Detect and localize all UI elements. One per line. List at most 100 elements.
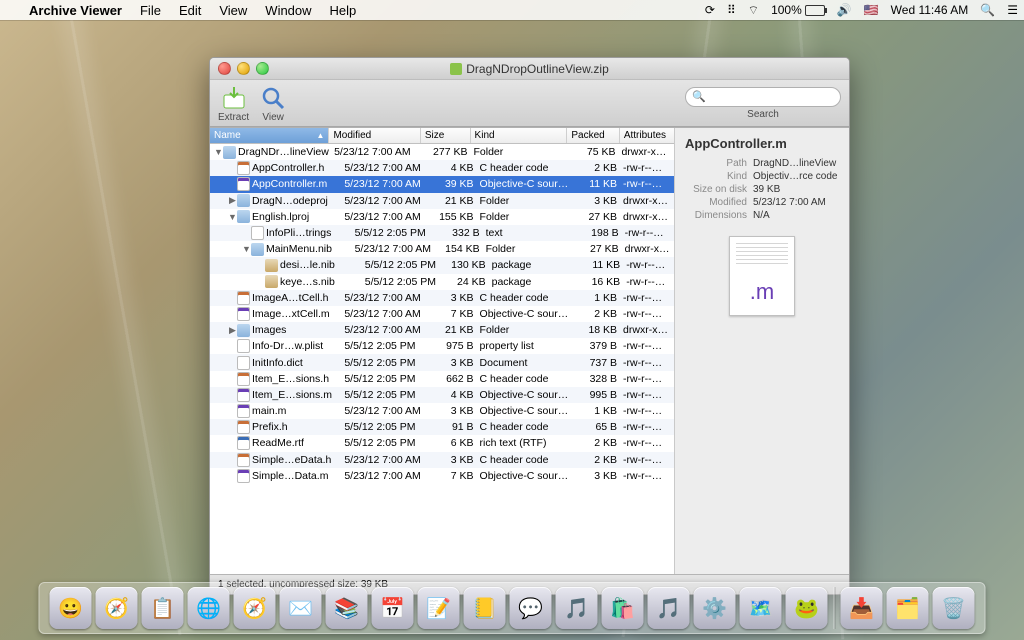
sync-icon[interactable]: ⟳ [699, 3, 721, 17]
battery-status[interactable]: 100% [765, 3, 831, 17]
table-row[interactable]: keye…s.nib5/5/12 2:05 PM24 KBpackage16 K… [210, 274, 674, 290]
dock-app-9[interactable]: 📒 [464, 587, 506, 629]
file-icon [265, 259, 278, 272]
archive-icon [450, 63, 462, 75]
table-row[interactable]: desi…le.nib5/5/12 2:05 PM130 KBpackage11… [210, 257, 674, 273]
col-attr[interactable]: Attributes [620, 128, 674, 143]
cell-kind: package [492, 276, 579, 288]
file-name: AppController.m [252, 178, 327, 190]
view-button[interactable]: View [259, 84, 287, 123]
dock-app-8[interactable]: 📝 [418, 587, 460, 629]
menu-help[interactable]: Help [321, 3, 366, 18]
file-name: DragN…odeproj [252, 195, 328, 207]
menu-view[interactable]: View [210, 3, 256, 18]
zoom-button[interactable] [256, 62, 269, 75]
disclosure-icon[interactable]: ▶ [228, 325, 237, 336]
table-row[interactable]: InitInfo.dict5/5/12 2:05 PM3 KBDocument7… [210, 354, 674, 370]
titlebar[interactable]: DragNDropOutlineView.zip [210, 58, 849, 80]
cell-size: 332 B [440, 227, 486, 239]
menu-file[interactable]: File [131, 3, 170, 18]
col-name[interactable]: Name▲ [210, 128, 329, 143]
dock-app-3[interactable]: 🌐 [188, 587, 230, 629]
extract-button[interactable]: Extract [218, 84, 249, 123]
dock-app-5[interactable]: ✉️ [280, 587, 322, 629]
spotlight-icon[interactable]: 🔍 [974, 3, 1001, 17]
table-row[interactable]: Image…xtCell.m5/23/12 7:00 AM7 KBObjecti… [210, 306, 674, 322]
archive-window: DragNDropOutlineView.zip Extract View 🔍 … [209, 57, 850, 595]
col-size[interactable]: Size [421, 128, 471, 143]
file-preview-icon [729, 236, 795, 316]
dock-app-4[interactable]: 🧭 [234, 587, 276, 629]
wifi-icon[interactable]: ⌔ [742, 3, 765, 18]
table-row[interactable]: Item_E…sions.h5/5/12 2:05 PM662 BC heade… [210, 371, 674, 387]
table-row[interactable]: ReadMe.rtf5/5/12 2:05 PM6 KBrich text (R… [210, 435, 674, 451]
dock-right-0[interactable]: 📥 [841, 587, 883, 629]
file-name: Image…xtCell.m [252, 308, 330, 320]
table-row[interactable]: InfoPli…trings5/5/12 2:05 PM332 Btext198… [210, 225, 674, 241]
cell-size: 6 KB [432, 437, 479, 449]
dock-app-11[interactable]: 🎵 [556, 587, 598, 629]
disclosure-icon[interactable]: ▶ [228, 195, 237, 206]
clock[interactable]: Wed 11:46 AM [885, 3, 975, 17]
volume-icon[interactable]: 🔊 [831, 3, 858, 17]
cell-packed: 65 B [573, 421, 623, 433]
table-row[interactable]: Simple…Data.m5/23/12 7:00 AM7 KBObjectiv… [210, 468, 674, 484]
table-row[interactable]: ImageA…tCell.h5/23/12 7:00 AM3 KBC heade… [210, 290, 674, 306]
cell-attr: -rw-r--… [623, 357, 674, 369]
dock-app-16[interactable]: 🐸 [786, 587, 828, 629]
dock-app-0[interactable]: 😀 [50, 587, 92, 629]
file-name: ImageA…tCell.h [252, 292, 328, 304]
cell-modified: 5/23/12 7:00 AM [344, 308, 432, 320]
dock-app-13[interactable]: 🎵 [648, 587, 690, 629]
dock-app-6[interactable]: 📚 [326, 587, 368, 629]
dock-app-15[interactable]: 🗺️ [740, 587, 782, 629]
dock-app-1[interactable]: 🧭 [96, 587, 138, 629]
table-row[interactable]: Prefix.h5/5/12 2:05 PM91 BC header code6… [210, 419, 674, 435]
menu-edit[interactable]: Edit [170, 3, 210, 18]
minimize-button[interactable] [237, 62, 250, 75]
dock-right-1[interactable]: 🗂️ [887, 587, 929, 629]
cell-packed: 11 KB [573, 178, 623, 190]
table-row[interactable]: Info-Dr…w.plist5/5/12 2:05 PM975 Bproper… [210, 338, 674, 354]
dots-icon[interactable]: ⠿ [721, 3, 742, 17]
app-menu[interactable]: Archive Viewer [20, 3, 131, 18]
cell-attr: -rw-r--… [623, 373, 674, 385]
col-kind[interactable]: Kind [471, 128, 568, 143]
search-input[interactable]: 🔍 [685, 87, 841, 107]
dock-app-10[interactable]: 💬 [510, 587, 552, 629]
col-modified[interactable]: Modified [329, 128, 420, 143]
dock-app-7[interactable]: 📅 [372, 587, 414, 629]
table-row[interactable]: ▶DragN…odeproj5/23/12 7:00 AM21 KBFolder… [210, 193, 674, 209]
cell-attr: -rw-r--… [623, 470, 674, 482]
table-row[interactable]: main.m5/23/12 7:00 AM3 KBObjective-C sou… [210, 403, 674, 419]
cell-packed: 2 KB [573, 308, 623, 320]
col-packed[interactable]: Packed [567, 128, 619, 143]
table-row[interactable]: AppController.h5/23/12 7:00 AM4 KBC head… [210, 160, 674, 176]
cell-modified: 5/23/12 7:00 AM [334, 146, 425, 158]
info-size-label: Size on disk [685, 184, 753, 195]
disclosure-icon[interactable]: ▼ [242, 244, 251, 254]
cell-attr: -rw-r--… [623, 162, 674, 174]
list-icon[interactable]: ☰ [1001, 3, 1024, 17]
dock-right-2[interactable]: 🗑️ [933, 587, 975, 629]
disclosure-icon[interactable]: ▼ [214, 147, 223, 157]
cell-attr: -rw-r--… [623, 437, 674, 449]
flag-icon[interactable]: 🇺🇸 [858, 3, 885, 17]
table-row[interactable]: ▼English.lproj5/23/12 7:00 AM155 KBFolde… [210, 209, 674, 225]
table-row[interactable]: ▶Images5/23/12 7:00 AM21 KBFolder18 KBdr… [210, 322, 674, 338]
table-row[interactable]: ▼DragNDr…lineView5/23/12 7:00 AM277 KBFo… [210, 144, 674, 160]
dock-app-12[interactable]: 🛍️ [602, 587, 644, 629]
close-button[interactable] [218, 62, 231, 75]
menu-window[interactable]: Window [256, 3, 320, 18]
table-row[interactable]: AppController.m5/23/12 7:00 AM39 KBObjec… [210, 176, 674, 192]
cell-modified: 5/5/12 2:05 PM [365, 276, 447, 288]
file-icon [237, 307, 250, 321]
dock-app-2[interactable]: 📋 [142, 587, 184, 629]
table-row[interactable]: Simple…eData.h5/23/12 7:00 AM3 KBC heade… [210, 452, 674, 468]
table-row[interactable]: Item_E…sions.m5/5/12 2:05 PM4 KBObjectiv… [210, 387, 674, 403]
dock-app-14[interactable]: ⚙️ [694, 587, 736, 629]
table-row[interactable]: ▼MainMenu.nib5/23/12 7:00 AM154 KBFolder… [210, 241, 674, 257]
disclosure-icon[interactable]: ▼ [228, 212, 237, 222]
file-icon [237, 210, 250, 223]
file-list: Name▲ Modified Size Kind Packed Attribut… [210, 128, 674, 574]
